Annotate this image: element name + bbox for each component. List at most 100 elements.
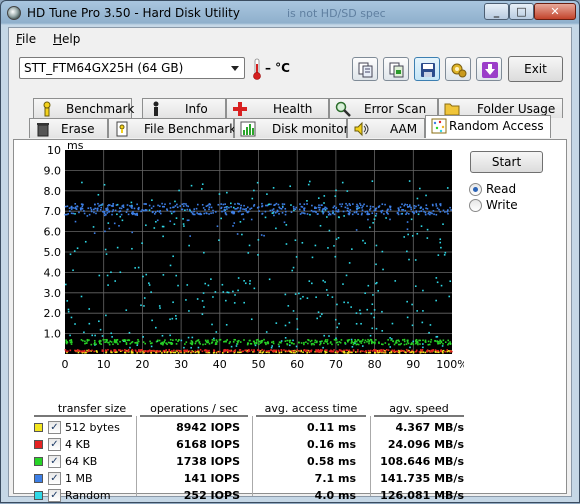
one-mb-point bbox=[389, 218, 391, 221]
sixty-four-kb-point bbox=[418, 339, 420, 342]
download-button[interactable] bbox=[476, 57, 502, 81]
one-mb-point bbox=[224, 203, 226, 205]
one-mb-point bbox=[196, 203, 199, 206]
random-point bbox=[436, 281, 439, 284]
five-twelve-bytes-point bbox=[150, 352, 153, 354]
random-point bbox=[268, 203, 270, 206]
sixty-four-kb-point bbox=[199, 343, 201, 345]
one-mb-point bbox=[363, 203, 365, 206]
sixty-four-kb-point bbox=[95, 343, 97, 346]
tab-error-scan[interactable]: Error Scan bbox=[329, 98, 438, 118]
exit-button[interactable]: Exit bbox=[508, 56, 563, 82]
random-point bbox=[184, 209, 186, 212]
one-mb-point bbox=[283, 221, 286, 224]
four-kb-point bbox=[76, 349, 79, 351]
one-mb-point bbox=[428, 211, 430, 214]
tab-health[interactable]: Health bbox=[226, 98, 329, 118]
drive-select[interactable]: STT_FTM64GX25H (64 GB) bbox=[19, 57, 245, 79]
four-kb-point bbox=[180, 350, 182, 353]
random-point bbox=[306, 200, 308, 202]
sixty-four-kb-point bbox=[284, 340, 287, 342]
random-point bbox=[323, 334, 325, 337]
download-icon bbox=[482, 62, 498, 78]
sixty-four-kb-point bbox=[356, 343, 359, 346]
random-point bbox=[162, 274, 165, 276]
one-mb-point bbox=[97, 202, 99, 205]
random-point bbox=[437, 254, 440, 256]
sixty-four-kb-point bbox=[321, 340, 323, 342]
one-mb-point bbox=[189, 235, 191, 237]
random-point bbox=[243, 280, 245, 282]
random-point bbox=[280, 340, 283, 342]
tab-info[interactable]: Info bbox=[142, 98, 226, 118]
tab-disk-monitor[interactable]: Disk monitor bbox=[234, 118, 349, 138]
close-button[interactable]: ✕ bbox=[534, 3, 576, 20]
random-point bbox=[429, 324, 432, 326]
save-button[interactable] bbox=[414, 57, 440, 81]
five-twelve-bytes-point bbox=[302, 351, 304, 353]
sixty-four-kb-point bbox=[162, 343, 164, 346]
read-radio[interactable]: Read bbox=[469, 182, 549, 198]
sixty-four-kb-point bbox=[360, 342, 363, 344]
four-kb-point bbox=[270, 349, 272, 352]
maximize-button[interactable]: □ bbox=[509, 3, 534, 20]
one-mb-point bbox=[221, 210, 223, 213]
sixty-four-kb-point bbox=[363, 341, 366, 344]
title-bar[interactable]: HD Tune Pro 3.50 - Hard Disk Utility is … bbox=[1, 1, 579, 25]
sixty-four-kb-point bbox=[185, 341, 188, 343]
one-mb-point bbox=[212, 212, 214, 214]
one-mb-point bbox=[108, 204, 111, 206]
toolbar: STT_FTM64GX25H (64 GB) – °C Exit bbox=[9, 52, 571, 90]
one-mb-point bbox=[72, 207, 74, 209]
tab-random-access[interactable]: Random Access bbox=[425, 115, 551, 138]
compare-button[interactable] bbox=[383, 57, 409, 81]
one-mb-point bbox=[367, 218, 369, 221]
transfer-size-label: 64 KB bbox=[65, 455, 98, 468]
write-radio[interactable]: Write bbox=[469, 198, 549, 214]
tab-file-benchmark-label: File Benchmark bbox=[144, 122, 237, 136]
tab-file-benchmark[interactable]: File Benchmark bbox=[108, 118, 237, 138]
series-checkbox[interactable]: ✓ bbox=[48, 438, 61, 451]
five-twelve-bytes-point bbox=[294, 351, 296, 354]
y-tick-label: 9.0 bbox=[44, 164, 62, 177]
temperature-readout: – °C bbox=[265, 61, 290, 75]
four-kb-point bbox=[139, 349, 142, 352]
copy-button[interactable] bbox=[352, 57, 378, 81]
one-mb-point bbox=[366, 205, 368, 207]
sixty-four-kb-point bbox=[265, 343, 267, 346]
start-button[interactable]: Start bbox=[470, 151, 543, 173]
one-mb-point bbox=[150, 207, 153, 209]
menu-file[interactable]: File bbox=[16, 32, 36, 46]
random-point bbox=[322, 346, 324, 349]
sixty-four-kb-point bbox=[355, 340, 357, 343]
random-point bbox=[130, 201, 133, 204]
sixty-four-kb-point bbox=[65, 341, 68, 343]
one-mb-point bbox=[348, 212, 350, 215]
sixty-four-kb-point bbox=[204, 339, 207, 342]
four-kb-point bbox=[405, 348, 408, 351]
tab-benchmark[interactable]: Benchmark bbox=[33, 98, 134, 118]
one-mb-point bbox=[284, 213, 287, 216]
series-checkbox[interactable]: ✓ bbox=[48, 472, 61, 485]
random-point bbox=[301, 241, 304, 244]
five-twelve-bytes-point bbox=[325, 351, 328, 354]
one-mb-point bbox=[190, 211, 193, 213]
sixty-four-kb-point bbox=[86, 339, 89, 342]
random-point bbox=[211, 323, 213, 326]
one-mb-point bbox=[87, 207, 90, 210]
options-button[interactable] bbox=[445, 57, 471, 81]
tab-aam[interactable]: AAM bbox=[347, 118, 425, 138]
tab-erase[interactable]: Erase bbox=[29, 118, 108, 138]
four-kb-point bbox=[138, 350, 140, 352]
series-checkbox[interactable]: ✓ bbox=[48, 421, 61, 434]
series-checkbox[interactable]: ✓ bbox=[48, 489, 61, 502]
menu-help[interactable]: Help bbox=[53, 32, 80, 46]
series-checkbox[interactable]: ✓ bbox=[48, 455, 61, 468]
random-point bbox=[366, 308, 369, 311]
four-kb-point bbox=[384, 350, 386, 353]
random-point bbox=[72, 269, 74, 272]
minimize-button[interactable]: _ bbox=[484, 3, 509, 20]
sixty-four-kb-point bbox=[189, 342, 192, 345]
one-mb-point bbox=[406, 228, 409, 231]
header-underline bbox=[140, 415, 248, 417]
